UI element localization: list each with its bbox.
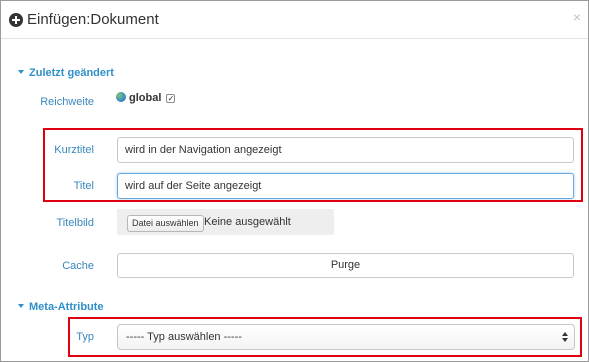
dialog-header: Einfügen:Dokument ×	[1, 1, 588, 39]
short-title-input[interactable]: wird in der Navigation angezeigt	[117, 137, 574, 163]
caret-down-icon	[18, 304, 24, 308]
globe-icon	[116, 92, 126, 102]
reach-value-text: global	[129, 92, 162, 104]
file-status-text: Keine ausgewählt	[204, 216, 291, 228]
close-icon[interactable]: ×	[573, 10, 581, 24]
checkbox-check-icon[interactable]: ✓	[166, 94, 176, 103]
insert-document-dialog: Einfügen:Dokument × Zuletzt geändert Rei…	[0, 0, 589, 362]
plus-circle-icon	[9, 13, 23, 27]
title-image-label: Titelbild	[56, 217, 95, 229]
section-heading-meta: Meta-Attribute	[29, 301, 104, 313]
select-arrows-icon	[562, 332, 568, 343]
section-heading-recent: Zuletzt geändert	[29, 67, 114, 79]
cache-label: Cache	[62, 260, 94, 272]
reach-value: global ✓	[116, 91, 176, 105]
type-select[interactable]: ----- Typ auswählen -----	[117, 324, 575, 350]
type-label: Typ	[76, 331, 94, 343]
title-label: Titel	[73, 180, 94, 192]
section-toggle-meta[interactable]: Meta-Attribute	[18, 300, 104, 314]
title-input[interactable]: wird auf der Seite angezeigt	[117, 173, 574, 199]
section-toggle-recent[interactable]: Zuletzt geändert	[18, 66, 114, 80]
dialog-title: Einfügen:Dokument	[27, 11, 159, 28]
type-select-value: ----- Typ auswählen -----	[126, 331, 242, 343]
choose-file-button[interactable]: Datei auswählen	[127, 215, 204, 232]
short-title-label: Kurztitel	[54, 144, 94, 156]
caret-down-icon	[18, 70, 24, 74]
reach-label: Reichweite	[40, 96, 94, 108]
purge-button[interactable]: Purge	[117, 253, 574, 278]
title-image-file-picker: Datei auswählen Keine ausgewählt	[117, 209, 334, 235]
